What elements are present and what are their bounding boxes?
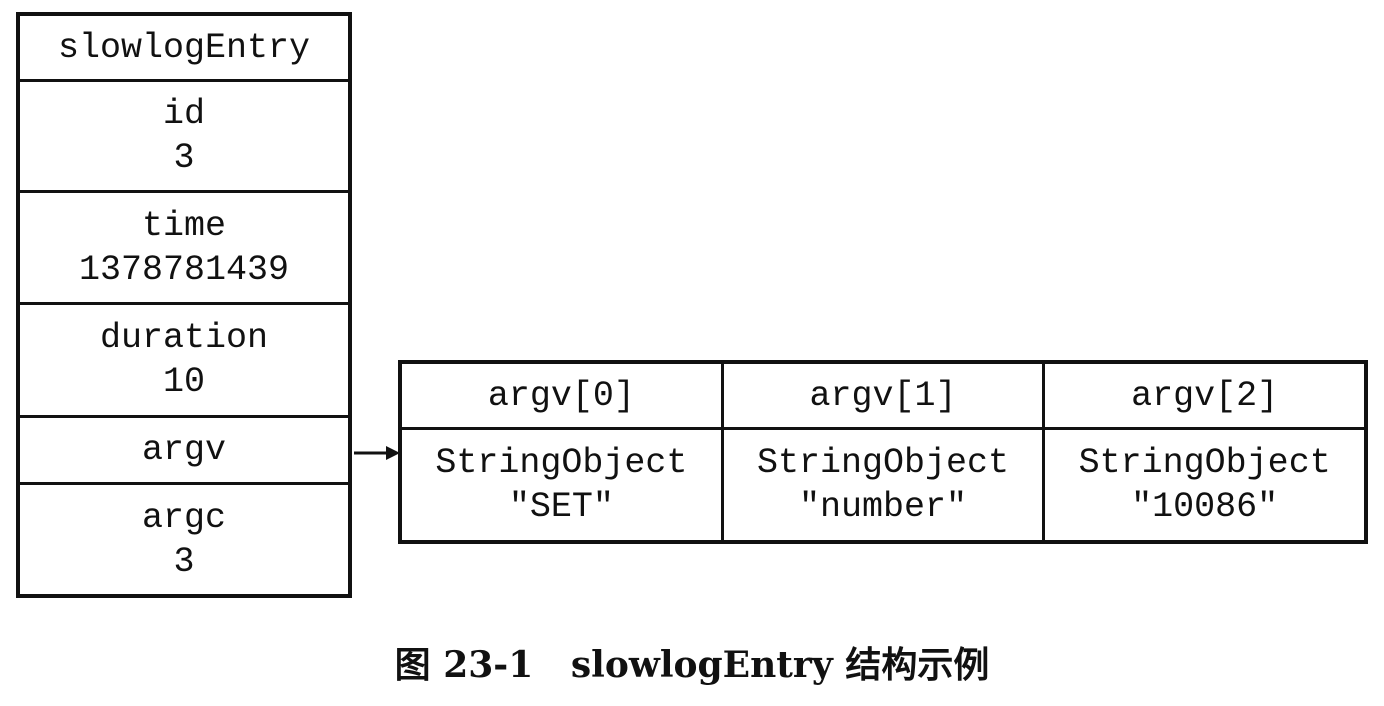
pointer-arrow-icon — [354, 446, 400, 460]
field-duration-value: 10 — [162, 362, 205, 402]
argv-1-value: "number" — [798, 487, 968, 527]
field-argc-name: argc — [141, 497, 226, 538]
argv-1-type: StringObject — [756, 443, 1010, 483]
slowlog-entry-struct: slowlogEntry id 3 time 1378781439 durati… — [16, 12, 352, 598]
field-duration-name: duration — [99, 318, 269, 358]
struct-title: slowlogEntry — [57, 27, 311, 68]
field-id-cell: id 3 — [20, 82, 348, 193]
field-time-value: 1378781439 — [78, 249, 290, 290]
argv-element-body: StringObject "number" — [724, 430, 1043, 540]
field-argv-cell: argv — [20, 418, 348, 485]
argv-element-1: argv[1] StringObject "number" — [723, 364, 1046, 540]
argv-0-type: StringObject — [435, 443, 688, 483]
figure-caption: 图 23-1 slowlogEntry 结构示例 — [394, 644, 990, 686]
argv-array: argv[0] StringObject "SET" argv[1] Strin… — [398, 360, 1368, 544]
argv-2-header: argv[2] — [1131, 375, 1279, 416]
argv-1-header: argv[1] — [809, 375, 957, 416]
field-time-name: time — [141, 205, 226, 246]
argv-element-2: argv[2] StringObject "10086" — [1045, 364, 1365, 540]
field-id-value: 3 — [173, 138, 195, 178]
field-argv-name: argv — [141, 430, 226, 470]
argv-2-value: "10086" — [1131, 487, 1279, 527]
struct-title-cell: slowlogEntry — [20, 16, 348, 82]
argv-element-body: StringObject "10086" — [1045, 430, 1364, 540]
field-argc-value: 3 — [173, 541, 195, 582]
field-argc-cell: argc 3 — [20, 485, 348, 594]
field-time-cell: time 1378781439 — [20, 193, 348, 305]
argv-0-value: "SET" — [508, 487, 614, 527]
argv-element-header: argv[0] — [402, 364, 721, 430]
argv-element-header: argv[2] — [1045, 364, 1365, 430]
argv-0-header: argv[0] — [487, 375, 635, 416]
field-duration-cell: duration 10 — [20, 305, 348, 418]
argv-element-header: argv[1] — [723, 364, 1043, 430]
argv-element-0: argv[0] StringObject "SET" — [402, 364, 724, 540]
field-id-name: id — [162, 94, 205, 134]
argv-element-body: StringObject "SET" — [402, 430, 721, 540]
argv-2-type: StringObject — [1078, 443, 1331, 483]
